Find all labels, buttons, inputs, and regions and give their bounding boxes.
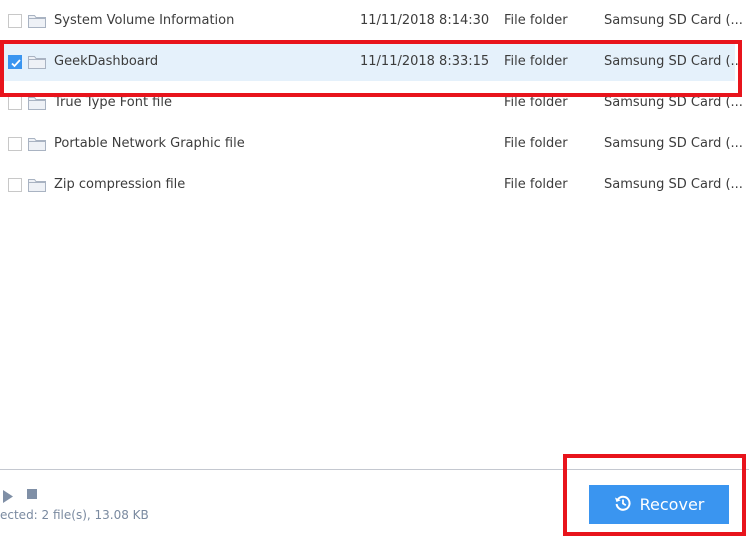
history-icon [614,494,632,516]
file-row[interactable]: System Volume Information 11/11/2018 8:1… [0,2,743,40]
file-type: File folder [504,13,568,28]
row-checkbox[interactable] [8,14,22,28]
selection-status: ected: 2 file(s), 13.08 KB [0,508,149,522]
file-row[interactable]: Portable Network Graphic file File folde… [0,125,743,163]
play-icon[interactable] [3,488,14,507]
file-type: File folder [504,95,568,110]
file-type: File folder [504,54,568,69]
file-location: Samsung SD Card (... [604,13,743,28]
file-name: Portable Network Graphic file [54,136,245,151]
file-name: System Volume Information [54,13,235,28]
file-location: Samsung SD Card (... [604,54,743,69]
file-date: 11/11/2018 8:14:30 [360,13,490,28]
file-location: Samsung SD Card (... [604,177,743,192]
file-location: Samsung SD Card (... [604,95,743,110]
file-row[interactable]: Zip compression file File folder Samsung… [0,166,743,204]
file-type: File folder [504,136,568,151]
file-name: Zip compression file [54,177,186,192]
file-location: Samsung SD Card (... [604,136,743,151]
file-row-selected[interactable]: GeekDashboard 11/11/2018 8:33:15 File fo… [0,43,743,81]
row-checkbox[interactable] [8,137,22,151]
folder-icon [28,137,46,155]
file-type: File folder [504,177,568,192]
row-checkbox[interactable] [8,178,22,192]
file-name: GeekDashboard [54,54,159,69]
file-name: True Type Font file [54,95,172,110]
folder-icon [28,96,46,114]
footer-divider [0,469,749,470]
stop-icon[interactable] [27,489,37,499]
file-row[interactable]: True Type Font file File folder Samsung … [0,84,743,122]
folder-icon [28,14,46,32]
row-checkbox-checked[interactable] [8,55,22,69]
folder-icon [28,178,46,196]
recover-label: Recover [639,495,705,514]
folder-icon [28,55,46,73]
file-date: 11/11/2018 8:33:15 [360,54,490,69]
row-checkbox[interactable] [8,96,22,110]
recover-button[interactable]: Recover [589,485,729,524]
